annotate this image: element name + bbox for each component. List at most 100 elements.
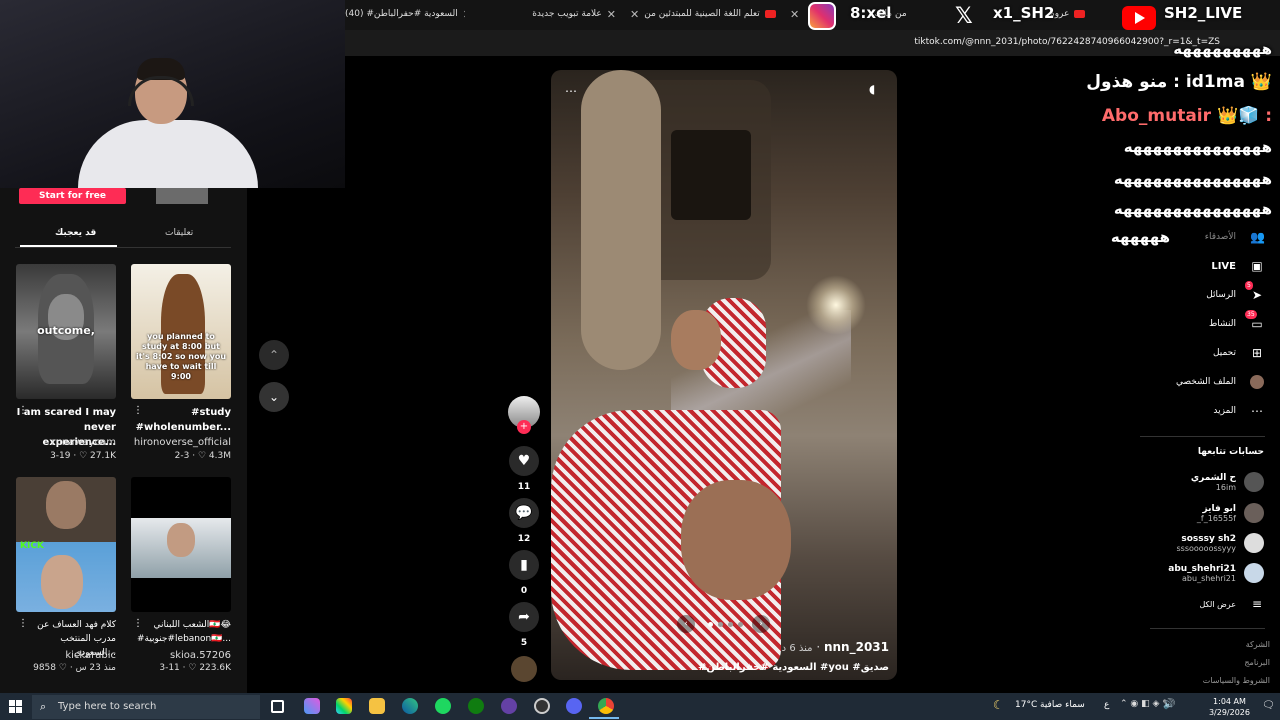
carousel-prev-button[interactable]: ‹ <box>677 615 695 633</box>
following-item[interactable]: ح الشمري 16im <box>1191 471 1264 493</box>
file-explorer-icon[interactable] <box>369 698 385 714</box>
comment-button[interactable]: 💬 <box>509 498 539 528</box>
carousel-next-button[interactable]: › <box>752 615 770 633</box>
next-video-button[interactable]: ⌄ <box>259 382 289 412</box>
comment-count: 12 <box>517 534 531 544</box>
weather-temp[interactable]: 17°C <box>1015 700 1037 710</box>
youtube-favicon-icon <box>764 10 776 18</box>
tab-tiktok[interactable]: (40) #السعودية #حفرالباطن ✕ <box>345 4 465 24</box>
chrome-icon[interactable] <box>598 698 614 714</box>
clock-time: 1:04 AM <box>1213 697 1246 706</box>
nav-messages[interactable]: الرسائل ➤ 5 <box>1206 281 1264 304</box>
post-author[interactable]: nnn_2031 <box>824 640 889 654</box>
twitch-icon[interactable] <box>501 698 517 714</box>
close-icon[interactable]: ✕ <box>463 8 465 21</box>
tab-you-may-like[interactable]: قد يعجبك <box>55 228 96 238</box>
photo-post[interactable]: ⋯ ◖ ‹ › منذ 6 د · nnn_2031 #السعودية #حف… <box>551 70 897 680</box>
youtube-favicon-icon <box>1074 10 1086 18</box>
start-for-free-button[interactable]: Start for free <box>19 188 126 204</box>
address-bar[interactable]: tiktok.com/@nnn_2031/photo/7622428740966… <box>345 30 1280 56</box>
video-title[interactable]: #study #wholenumber... <box>131 405 231 435</box>
nav-friends[interactable]: الأصدقاء 👥 <box>1205 228 1265 246</box>
show-all-button[interactable]: عرض الكل ≡ <box>1199 595 1264 613</box>
carousel-dot[interactable] <box>728 622 733 627</box>
thumbnail-caption: you planned to study at 8:00 but it's 8:… <box>135 332 227 381</box>
profile-icon <box>1250 375 1264 389</box>
video-author[interactable]: kickarabic <box>16 650 116 661</box>
more-options-icon[interactable]: ⋮ <box>18 618 28 629</box>
thumbnail-face <box>46 481 86 529</box>
nav-live[interactable]: LIVE ▣ <box>1211 257 1264 275</box>
footer-link-terms[interactable]: الشروط والسياسات <box>1203 676 1270 685</box>
carousel-dot[interactable] <box>738 622 743 627</box>
following-handle: abu_shehri21 <box>1182 573 1236 583</box>
footer-link-program[interactable]: البرنامج <box>1244 658 1270 667</box>
nav-upload[interactable]: تحميل ⊞ <box>1213 344 1264 362</box>
video-title[interactable]: الشعب اللبناني🇱🇧😂 #جنوبية#lebanon🇱🇧... <box>131 618 231 646</box>
following-item[interactable]: ابو فايز _f_16555f <box>1197 502 1264 524</box>
carousel-dot[interactable] <box>718 622 723 627</box>
copilot-icon[interactable] <box>304 698 320 714</box>
weather-desc[interactable]: سماء صافية <box>1040 700 1085 710</box>
video-thumbnail[interactable]: you planned to study at 8:00 but it's 8:… <box>131 264 231 399</box>
messages-icon: ➤ 5 <box>1245 281 1263 302</box>
video-author[interactable]: skioa.57206 <box>131 650 231 661</box>
xbox-icon[interactable] <box>468 698 484 714</box>
tab-comments[interactable]: تعليقات <box>165 228 193 238</box>
spotify-icon[interactable] <box>435 698 451 714</box>
video-thumbnail[interactable]: outcome, <box>16 264 116 399</box>
task-view-icon[interactable] <box>271 700 284 713</box>
footer-link-company[interactable]: الشركة <box>1246 640 1270 649</box>
more-options-icon[interactable]: ⋮ <box>18 405 28 416</box>
live-icon: ▣ <box>1251 259 1263 273</box>
save-button[interactable]: ▮ <box>509 550 539 580</box>
close-icon[interactable]: ✕ <box>607 8 616 21</box>
discord-icon[interactable] <box>566 698 582 714</box>
following-item[interactable]: sosssy sh2 sssooooossyyy <box>1176 532 1264 554</box>
youtube-handle: SH2_LIVE <box>1164 4 1243 22</box>
more-options-icon[interactable]: ⋮ <box>133 405 143 416</box>
follow-plus-icon[interactable]: + <box>517 420 531 434</box>
like-button[interactable]: ♥ <box>509 446 539 476</box>
close-icon[interactable]: ✕ <box>790 8 799 21</box>
video-meta: 3-19 · ♡ 27.1K <box>50 451 116 461</box>
following-name: ح الشمري <box>1190 472 1236 483</box>
notification-icon[interactable]: 🗨 <box>1262 700 1275 711</box>
tab-chinese[interactable]: ✕ تعلم اللغة الصينية للمبتدئين من <box>630 4 780 24</box>
video-author[interactable]: runawaycam <box>16 437 116 448</box>
volume-icon[interactable]: 🔊 <box>1163 699 1175 710</box>
close-icon[interactable]: ✕ <box>630 8 639 21</box>
obs-icon[interactable] <box>534 698 550 714</box>
upload-icon: ⊞ <box>1251 346 1263 360</box>
video-thumbnail[interactable] <box>131 477 231 612</box>
share-button[interactable]: ➦ <box>509 602 539 632</box>
nav-activity[interactable]: النشاط ▭ 35 <box>1209 310 1264 333</box>
edge-icon[interactable] <box>402 698 418 714</box>
language-indicator[interactable]: ع <box>1104 700 1109 710</box>
heart-icon: ♡ <box>58 663 67 673</box>
thumbnail-face <box>167 523 195 557</box>
tab-new-tab[interactable]: علامة تبويب جديدة ✕ <box>476 4 616 24</box>
tab-urwa[interactable]: عروه <box>1050 4 1125 24</box>
carousel-dot[interactable] <box>708 622 713 627</box>
video-meta: 3-11 · ♡ 223.6K <box>159 663 231 673</box>
nav-profile[interactable]: الملف الشخصي <box>1176 373 1264 391</box>
taskbar-clock[interactable]: 1:04 AM 3/29/2026 <box>1209 696 1250 718</box>
video-author[interactable]: hironoverse_official <box>131 437 231 448</box>
previous-video-button[interactable]: ⌃ <box>259 340 289 370</box>
taskbar-search-input[interactable]: Type here to search <box>32 695 260 719</box>
more-options-icon[interactable]: ⋯ <box>565 84 577 98</box>
avatar <box>1244 533 1264 553</box>
following-item[interactable]: abu_shehri21 abu_shehri21 <box>1168 562 1264 584</box>
nav-more[interactable]: المزيد ⋯ <box>1213 402 1264 420</box>
sound-icon[interactable]: ◖ <box>869 82 875 96</box>
windows-start-icon[interactable] <box>9 700 22 713</box>
post-caption[interactable]: #السعودية #حفرالباطن #you #صديق <box>559 662 889 673</box>
clock-date: 3/29/2026 <box>1208 708 1250 717</box>
video-thumbnail[interactable]: KICK <box>16 477 116 612</box>
chevron-left-icon: ‹ <box>684 619 688 629</box>
music-disc-icon[interactable] <box>511 656 537 682</box>
more-options-icon[interactable]: ⋮ <box>133 618 143 629</box>
following-name: ابو فايز <box>1202 503 1237 514</box>
play-store-icon[interactable] <box>336 698 352 714</box>
